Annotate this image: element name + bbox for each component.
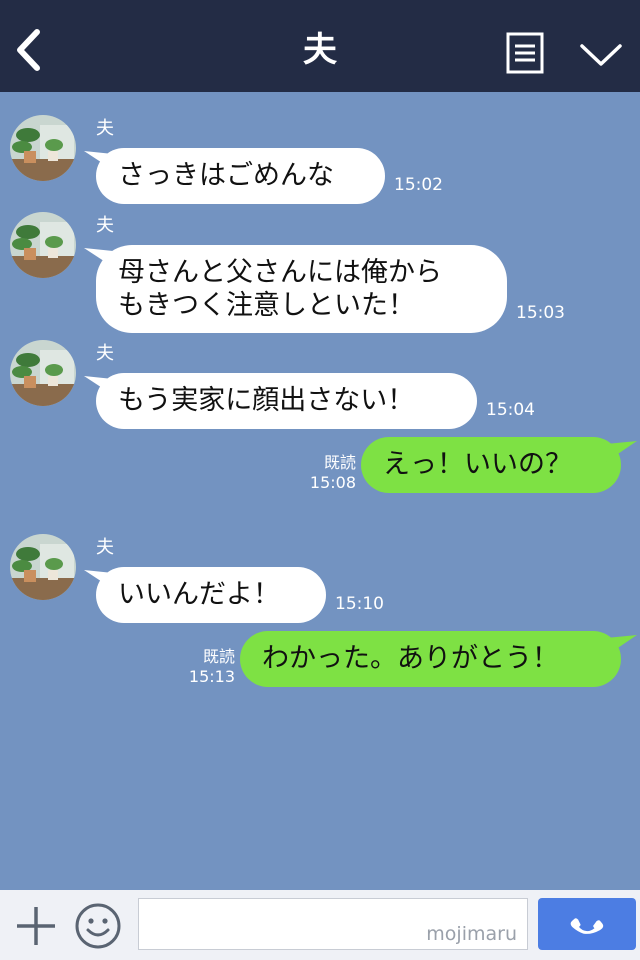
memo-icon (506, 32, 544, 74)
plant-avatar-icon (10, 534, 76, 600)
message-bubble[interactable]: 母さんと父さんには俺から もきつく注意しといた！ (96, 245, 507, 333)
message-bubble[interactable]: もう実家に顔出さない！ (96, 373, 477, 429)
call-button[interactable] (538, 898, 636, 950)
message-time: 15:03 (516, 303, 565, 323)
message-bubble[interactable]: わかった。ありがとう！ (240, 631, 621, 687)
message-time: 15:02 (394, 175, 443, 195)
back-button[interactable] (10, 26, 50, 74)
message-time: 15:08 (309, 473, 356, 492)
read-label: 既読 (202, 647, 235, 666)
phone-icon (570, 918, 604, 934)
read-label: 既読 (323, 453, 356, 472)
read-status: 既読 15:08 (296, 453, 356, 493)
menu-toggle-button[interactable] (578, 38, 624, 70)
chevron-left-icon (17, 29, 40, 71)
sender-name: 夫 (96, 537, 114, 558)
message-input[interactable]: mojimaru (138, 898, 528, 950)
message-time: 15:13 (188, 667, 235, 686)
bubble-tail (606, 441, 637, 462)
avatar[interactable] (10, 340, 76, 406)
message-bubble[interactable]: さっきはごめんな (96, 148, 385, 204)
message-bubble[interactable]: いいんだよ！ (96, 567, 326, 623)
plant-avatar-icon (10, 115, 76, 181)
plus-icon (17, 907, 55, 945)
message-bubble[interactable]: えっ！いいの？ (361, 437, 621, 493)
chevron-down-icon (580, 44, 622, 66)
avatar[interactable] (10, 534, 76, 600)
read-status: 既読 15:13 (175, 647, 235, 687)
plant-avatar-icon (10, 212, 76, 278)
memo-button[interactable] (504, 30, 546, 76)
bubble-tail (606, 635, 637, 656)
emoji-button[interactable] (74, 902, 122, 950)
avatar[interactable] (10, 115, 76, 181)
plant-avatar-icon (10, 340, 76, 406)
watermark: mojimaru (426, 923, 517, 945)
message-time: 15:10 (335, 594, 384, 614)
message-time: 15:04 (486, 400, 535, 420)
avatar[interactable] (10, 212, 76, 278)
smiley-icon (75, 903, 121, 949)
sender-name: 夫 (96, 215, 114, 236)
chat-header: 夫 (0, 0, 640, 92)
input-bar: mojimaru (0, 890, 640, 960)
sender-name: 夫 (96, 343, 114, 364)
add-button[interactable] (14, 904, 58, 948)
sender-name: 夫 (96, 118, 114, 139)
